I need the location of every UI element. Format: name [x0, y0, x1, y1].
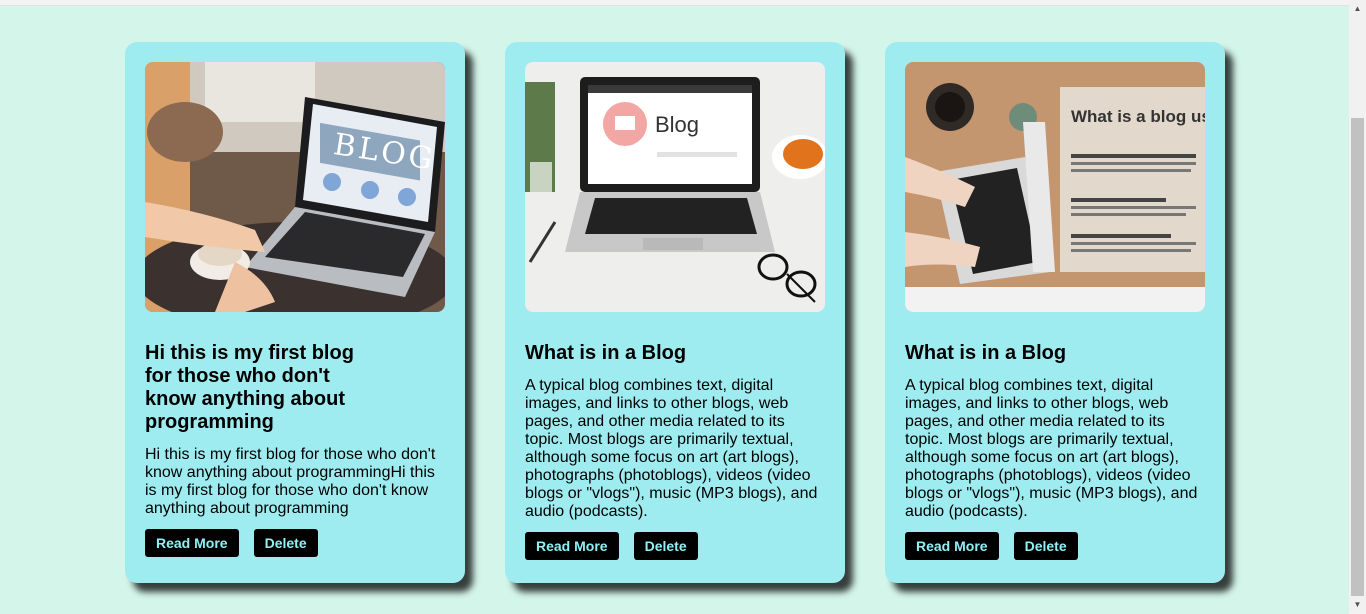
read-more-button[interactable]: Read More [145, 529, 239, 557]
blog-card-image: Blog [525, 62, 825, 312]
blog-card-title: What is in a Blog [525, 342, 687, 364]
scrollbar-thumb[interactable] [1351, 118, 1364, 596]
blog-card-title: What is in a Blog [905, 342, 1067, 364]
blog-card-image: What is a blog used for? [905, 62, 1205, 312]
scroll-up-arrow-icon[interactable]: ▲ [1349, 0, 1366, 17]
blog-card: BLOG Hi this is my first blog for those … [125, 42, 465, 583]
laptop-screen-text: Blog [655, 112, 699, 137]
delete-button[interactable]: Delete [633, 532, 698, 560]
blog-card-body: A typical blog combines text, digital im… [525, 377, 818, 520]
blog-card-title: Hi this is my first blog for those who d… [145, 342, 354, 433]
read-more-button[interactable]: Read More [905, 532, 999, 560]
read-more-button[interactable]: Read More [525, 532, 619, 560]
infographic-heading: What is a blog used for? [1071, 107, 1205, 126]
delete-button[interactable]: Delete [1013, 532, 1078, 560]
blog-card-body: Hi this is my first blog for those who d… [145, 446, 436, 517]
blog-card: What is a blog used for? What is in a Bl… [885, 42, 1225, 583]
blog-card: Blog What is in a Blog A typical blog co… [505, 42, 845, 583]
blog-card-body: A typical blog combines text, digital im… [905, 377, 1198, 520]
blog-card-image: BLOG [145, 62, 445, 312]
scroll-down-arrow-icon[interactable]: ▼ [1349, 596, 1366, 613]
page-viewport: BLOG Hi this is my first blog for those … [0, 5, 1349, 614]
delete-button[interactable]: Delete [253, 529, 318, 557]
vertical-scrollbar[interactable]: ▲ ▼ [1349, 0, 1366, 613]
